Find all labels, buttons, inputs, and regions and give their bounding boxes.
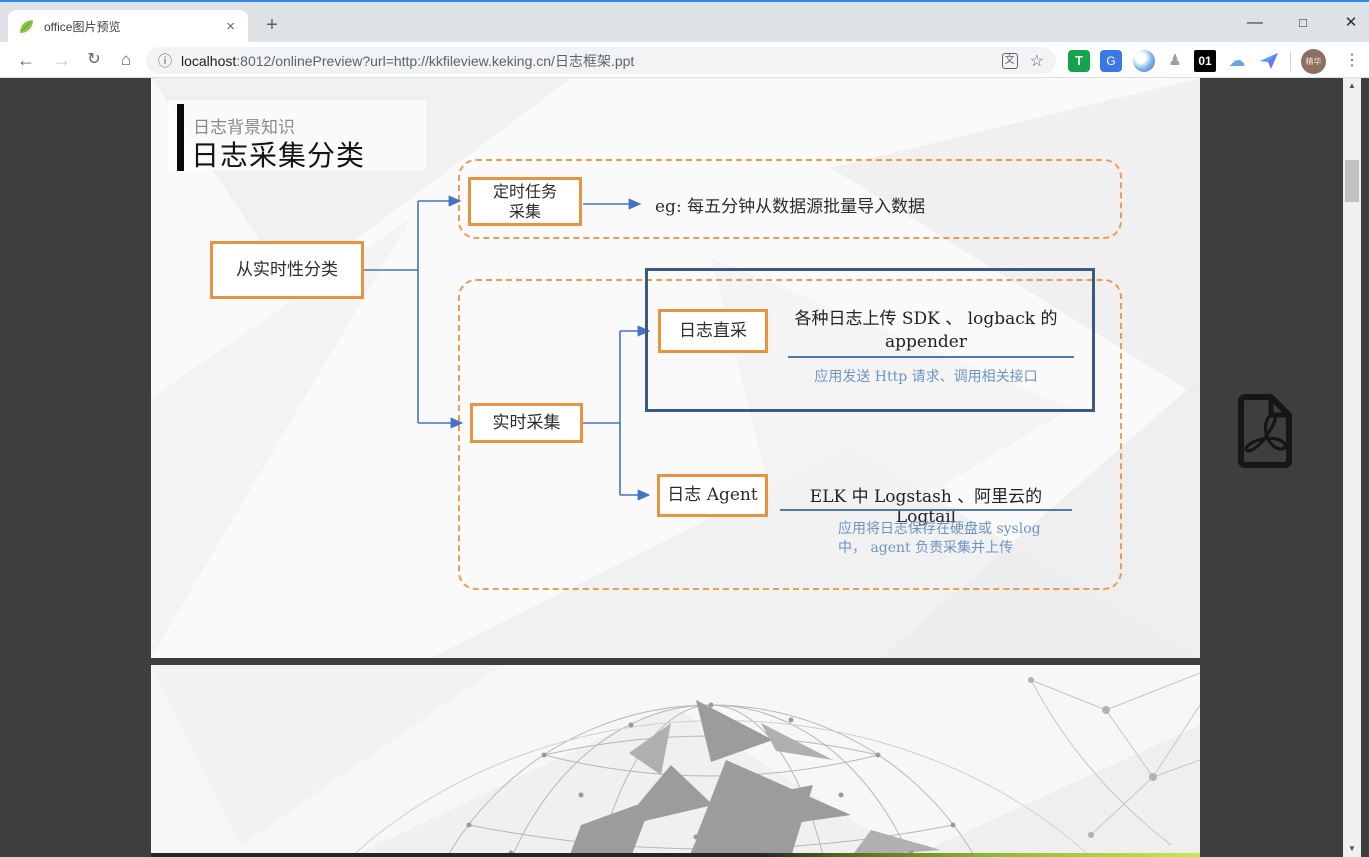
direct-detail-text: 各种日志上传 SDK 、 logback 的 appender — [778, 308, 1074, 354]
scrollbar-thumb[interactable] — [1345, 160, 1359, 202]
pdf-file-icon[interactable] — [1231, 392, 1303, 470]
node-realtime-collect: 实时采集 — [470, 403, 583, 443]
direct-detail-line2: appender — [778, 331, 1074, 354]
node-timed-line1: 定时任务 — [493, 182, 557, 202]
anchor-extension-icon[interactable]: ♟ — [1164, 50, 1186, 72]
tab-strip: office图片预览 × + — □ ✕ — [0, 2, 1369, 42]
scrollbar-down-icon[interactable]: ▼ — [1343, 841, 1361, 857]
back-icon[interactable]: ← — [12, 46, 40, 74]
node-log-agent: 日志 Agent — [657, 474, 768, 517]
bookmark-star-icon[interactable]: ☆ — [1030, 51, 1044, 71]
direct-detail-underline — [788, 356, 1074, 358]
agent-note-line2: 中， agent 负责采集并上传 — [838, 539, 1088, 558]
timed-example-text: eg: 每五分钟从数据源批量导入数据 — [655, 192, 925, 217]
title-accent-bar — [177, 104, 184, 171]
agent-note-text: 应用将日志保存在硬盘或 syslog 中， agent 负责采集并上传 — [838, 520, 1088, 558]
browser-toolbar: ← → ↻ ⌂ ⓘ localhost:8012/onlinePreview?u… — [0, 42, 1369, 78]
node-direct-log-collect: 日志直采 — [658, 309, 768, 353]
slide-page-2 — [151, 665, 1200, 857]
node-timed-task-collect: 定时任务 采集 — [468, 177, 582, 226]
download-manager-extension-icon[interactable] — [1133, 50, 1155, 72]
toolbar-divider — [1290, 51, 1291, 71]
url-path: :8012/onlinePreview?url=http://kkfilevie… — [236, 53, 634, 69]
profile-avatar[interactable]: 精华 — [1301, 49, 1326, 74]
browser-window: office图片预览 × + — □ ✕ ← → ↻ ⌂ ⓘ localhost… — [0, 0, 1369, 857]
translate-icon[interactable]: 文 — [1002, 53, 1018, 69]
node-classify-by-realtime: 从实时性分类 — [210, 241, 364, 299]
page-scrollbar[interactable]: ▲ ▼ — [1343, 78, 1361, 857]
new-tab-button[interactable]: + — [260, 14, 284, 37]
tampermonkey-extension-icon[interactable]: T — [1068, 50, 1090, 72]
url-text[interactable]: localhost:8012/onlinePreview?url=http://… — [181, 51, 1002, 71]
home-icon[interactable]: ⌂ — [112, 46, 140, 74]
refresh-icon[interactable]: ↻ — [80, 46, 108, 74]
slide2-bottom-strip — [151, 853, 1200, 857]
translate-extension-icon[interactable]: G — [1100, 50, 1122, 72]
agent-note-line1: 应用将日志保存在硬盘或 syslog — [838, 520, 1088, 539]
badge-01-extension-icon[interactable]: 01 — [1194, 50, 1216, 72]
tab-title: office图片预览 — [44, 18, 223, 35]
address-bar[interactable]: ⓘ localhost:8012/onlinePreview?url=http:… — [146, 47, 1056, 74]
page-info-icon[interactable]: ⓘ — [158, 51, 172, 71]
maximize-button[interactable]: □ — [1288, 10, 1318, 36]
cloud-extension-icon[interactable]: ☁ — [1226, 50, 1248, 72]
slide-page-1: 日志背景知识 日志采集分类 从实时性分类 定时任务 采集 实时采集 日志直采 日… — [151, 78, 1200, 658]
minimize-button[interactable]: — — [1240, 10, 1270, 36]
agent-detail-underline — [780, 509, 1072, 511]
direct-note-text: 应用发送 Http 请求、调用相关接口 — [778, 366, 1074, 386]
browser-tab[interactable]: office图片预览 × — [8, 10, 248, 42]
slide-title: 日志采集分类 — [191, 134, 365, 174]
url-host: localhost — [181, 53, 236, 69]
direct-detail-line1: 各种日志上传 SDK 、 logback 的 — [778, 308, 1074, 331]
scrollbar-up-icon[interactable]: ▲ — [1343, 78, 1361, 94]
close-button[interactable]: ✕ — [1336, 10, 1366, 36]
spring-leaf-favicon-icon — [18, 18, 35, 35]
browser-menu-icon[interactable]: ⋮ — [1342, 48, 1362, 74]
node-timed-line2: 采集 — [509, 202, 541, 222]
tab-close-icon[interactable]: × — [223, 18, 238, 35]
forward-icon[interactable]: → — [48, 46, 76, 74]
slide2-background — [151, 665, 1200, 857]
paper-plane-extension-icon[interactable] — [1258, 50, 1280, 72]
